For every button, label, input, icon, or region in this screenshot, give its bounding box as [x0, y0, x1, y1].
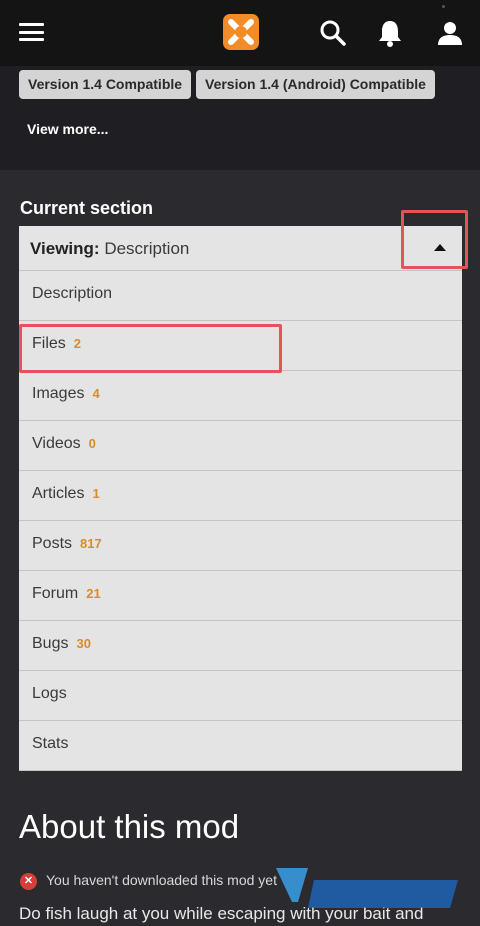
- section-item-label: Videos: [32, 435, 81, 452]
- tag-version-compatible[interactable]: Version 1.4 Compatible: [19, 70, 192, 99]
- user-icon[interactable]: [435, 18, 465, 48]
- hamburger-icon[interactable]: [19, 23, 44, 41]
- about-title: About this mod: [19, 808, 240, 845]
- section-item-label: Bugs: [32, 635, 69, 652]
- section-item-label: Description: [32, 285, 113, 302]
- top-navigation-bar: [0, 0, 480, 66]
- section-item-description[interactable]: Description: [19, 271, 462, 321]
- download-warning-text: You haven't downloaded this mod yet: [46, 872, 277, 888]
- section-item-logs[interactable]: Logs: [19, 671, 462, 721]
- section-item-count: 817: [80, 536, 102, 551]
- search-icon[interactable]: [318, 18, 348, 48]
- section-item-label: Images: [32, 385, 85, 402]
- chevron-up-icon[interactable]: [434, 244, 446, 251]
- section-item-label: Articles: [32, 485, 85, 502]
- section-item-count: 4: [92, 386, 100, 401]
- mod-description: Do fish laugh at you while escaping with…: [19, 904, 424, 923]
- nexus-logo-icon[interactable]: [221, 12, 261, 52]
- section-item-count: 1: [92, 486, 100, 501]
- section-item-label: Posts: [32, 535, 73, 552]
- section-item-label: Forum: [32, 585, 79, 602]
- section-item-articles[interactable]: Articles 1: [19, 471, 462, 521]
- section-title: Current section: [20, 198, 154, 218]
- viewing-prefix: Viewing:: [30, 239, 100, 258]
- close-circle-icon: ✕: [20, 872, 37, 890]
- viewing-value: Description: [104, 239, 190, 258]
- tags-panel: Version 1.4 Compatible Version 1.4 (Andr…: [0, 66, 480, 170]
- section-item-count: 2: [73, 336, 82, 351]
- tag-android-compatible[interactable]: Version 1.4 (Android) Compatible: [196, 70, 435, 99]
- section-item-images[interactable]: Images 4: [19, 371, 462, 421]
- section-item-stats[interactable]: Stats: [19, 721, 462, 771]
- view-more-link[interactable]: View more...: [27, 121, 108, 137]
- section-dropdown-toggle[interactable]: Viewing: Description: [19, 226, 462, 271]
- section-item-bugs[interactable]: Bugs 30: [19, 621, 462, 671]
- section-item-count: 30: [76, 636, 91, 651]
- section-item-posts[interactable]: Posts 817: [19, 521, 462, 571]
- section-item-files[interactable]: Files 2: [19, 321, 462, 371]
- bell-icon[interactable]: [375, 18, 405, 48]
- section-item-count: 0: [88, 436, 96, 451]
- section-dropdown: Viewing: Description Description Files 2 …: [19, 226, 462, 771]
- section-item-videos[interactable]: Videos 0: [19, 421, 462, 471]
- section-item-label: Stats: [32, 735, 69, 752]
- status-dot: [442, 5, 445, 8]
- download-warning: ✕ You haven't downloaded this mod yet: [20, 872, 277, 890]
- section-item-count: 21: [86, 586, 101, 601]
- section-item-label: Files: [32, 335, 66, 352]
- section-item-forum[interactable]: Forum 21: [19, 571, 462, 621]
- section-item-label: Logs: [32, 685, 67, 702]
